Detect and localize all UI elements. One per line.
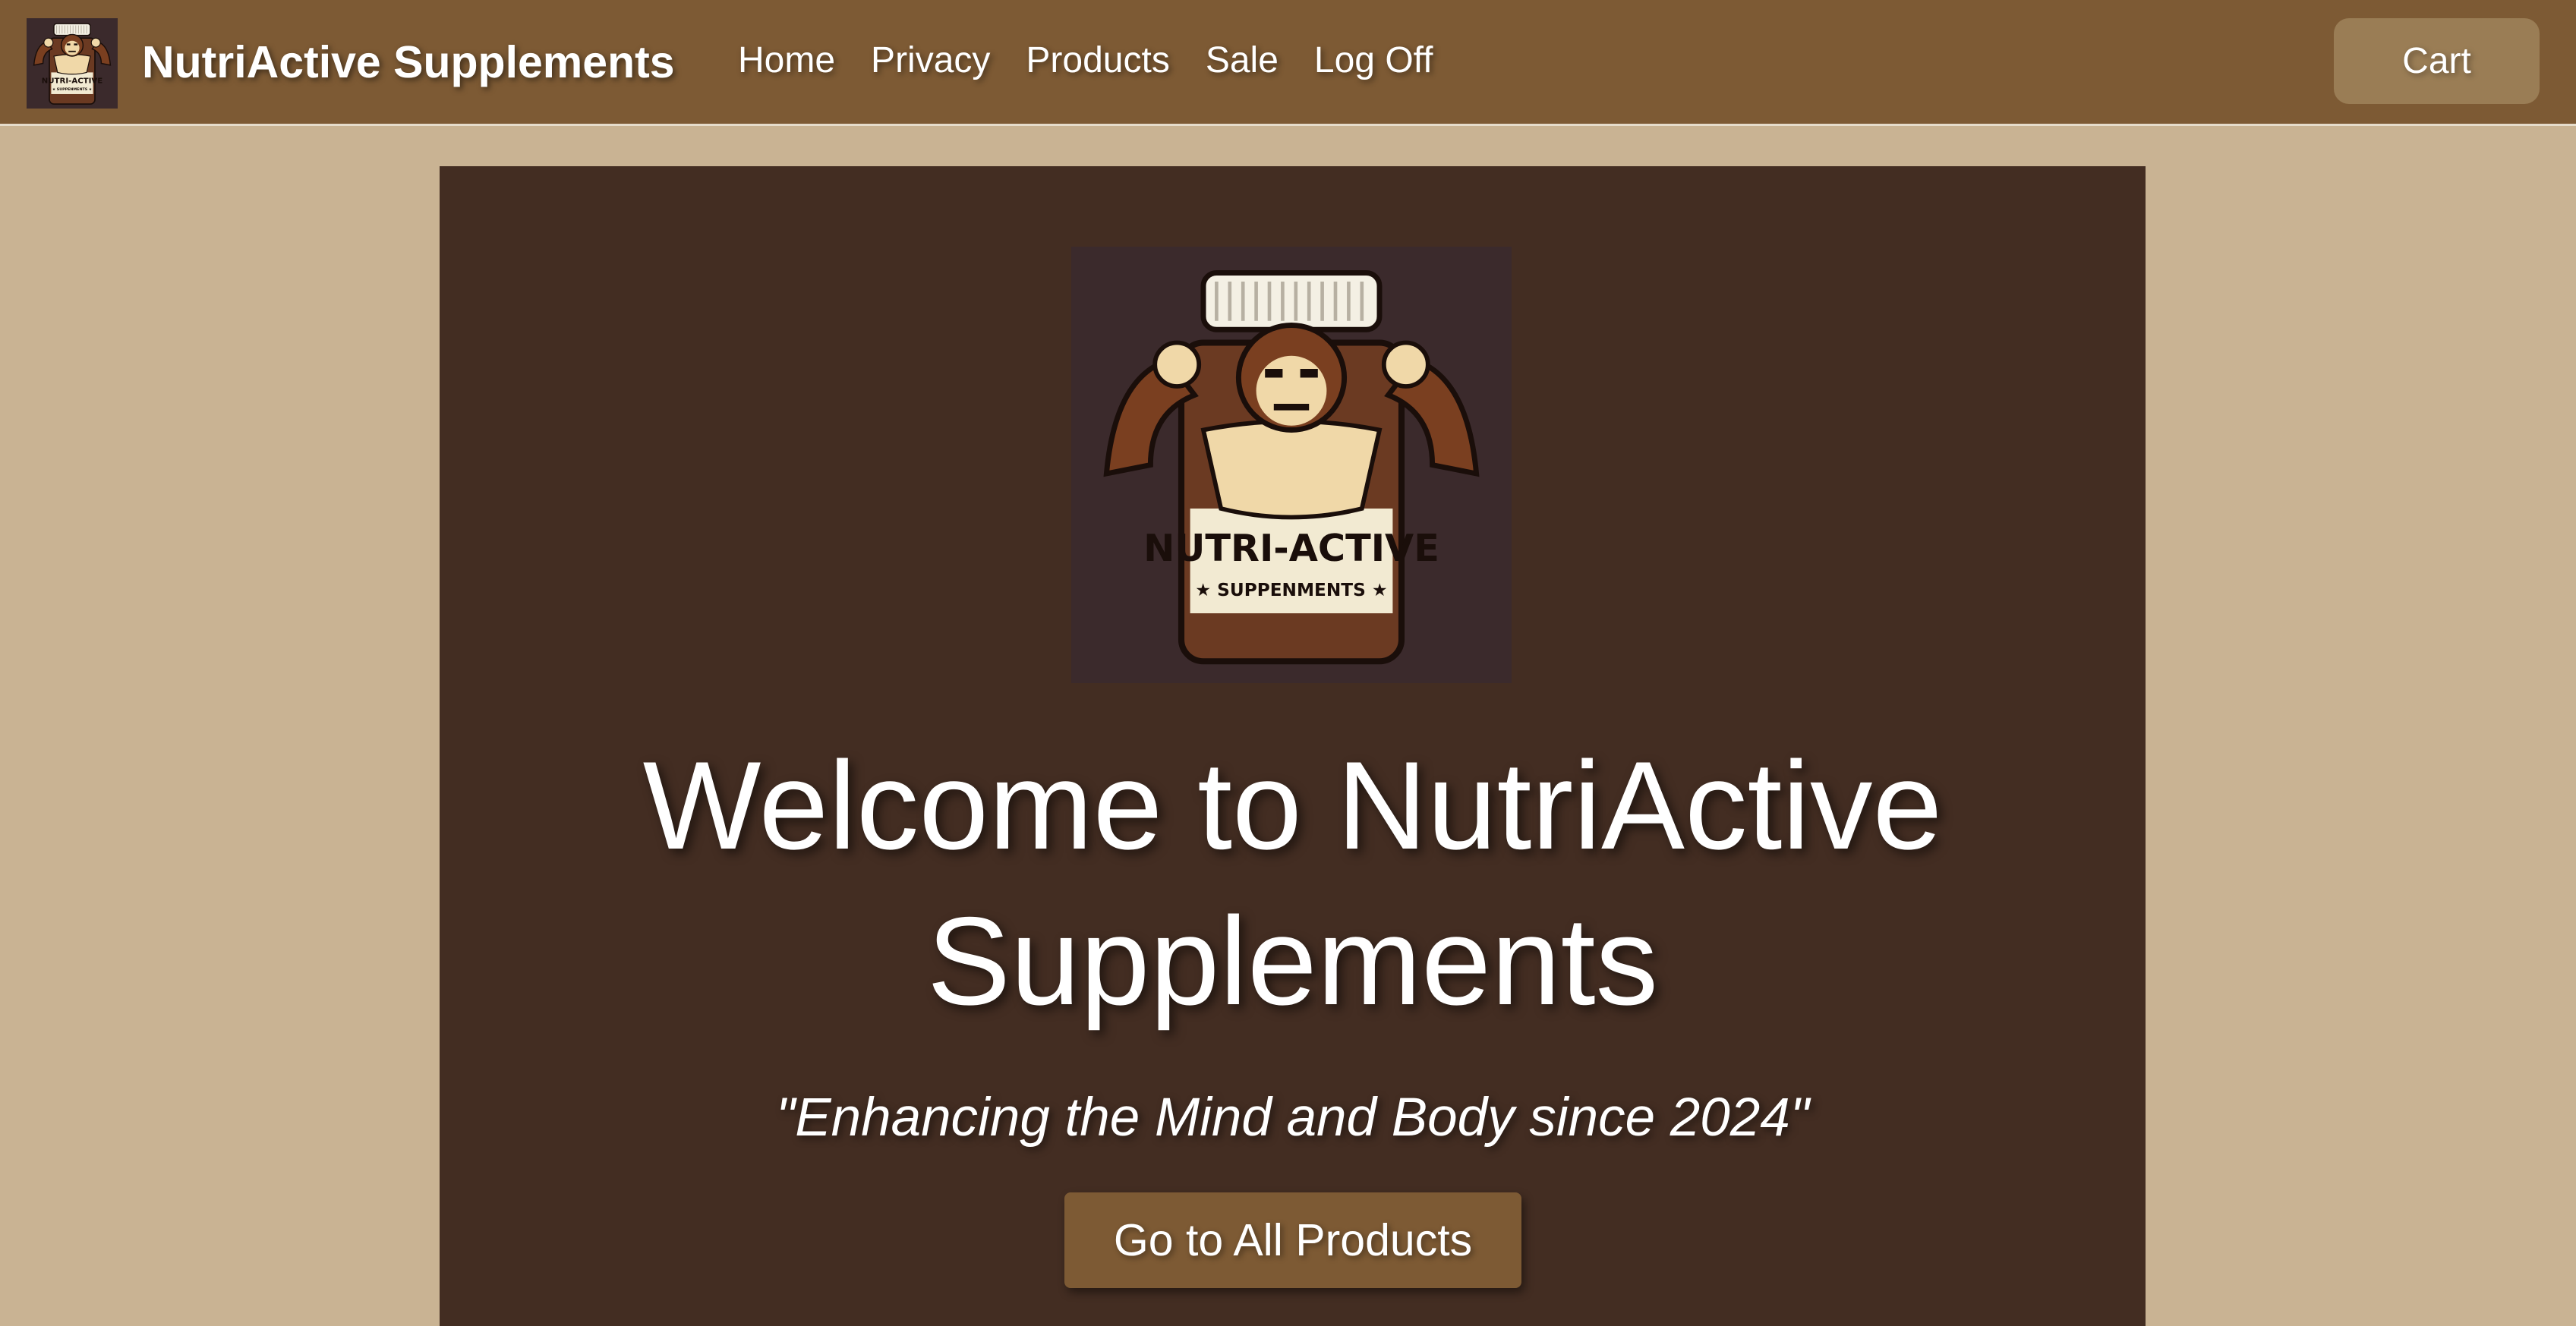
nav-link-log-off[interactable]: Log Off (1314, 39, 1433, 81)
nav-link-privacy[interactable]: Privacy (871, 39, 990, 81)
brand-name[interactable]: NutriActive Supplements (142, 36, 675, 88)
hero-panel: Welcome to NutriActive Supplements "Enha… (440, 166, 2146, 1326)
tagline: "Enhancing the Mind and Body since 2024" (776, 1088, 1809, 1148)
muscle-ape-jar-logo-icon (1071, 247, 1512, 683)
nav-links: Home Privacy Products Sale Log Off (738, 39, 1433, 81)
go-to-all-products-button[interactable]: Go to All Products (1064, 1192, 1521, 1288)
cart-button[interactable]: Cart (2334, 18, 2540, 104)
page-title: Welcome to NutriActive Supplements (642, 735, 1943, 1031)
nav-link-products[interactable]: Products (1026, 39, 1169, 81)
nav-link-home[interactable]: Home (738, 39, 835, 81)
navbar: NutriActive Supplements Home Privacy Pro… (0, 0, 2576, 126)
muscle-ape-jar-logo-icon[interactable] (27, 18, 118, 109)
nav-link-sale[interactable]: Sale (1206, 39, 1279, 81)
